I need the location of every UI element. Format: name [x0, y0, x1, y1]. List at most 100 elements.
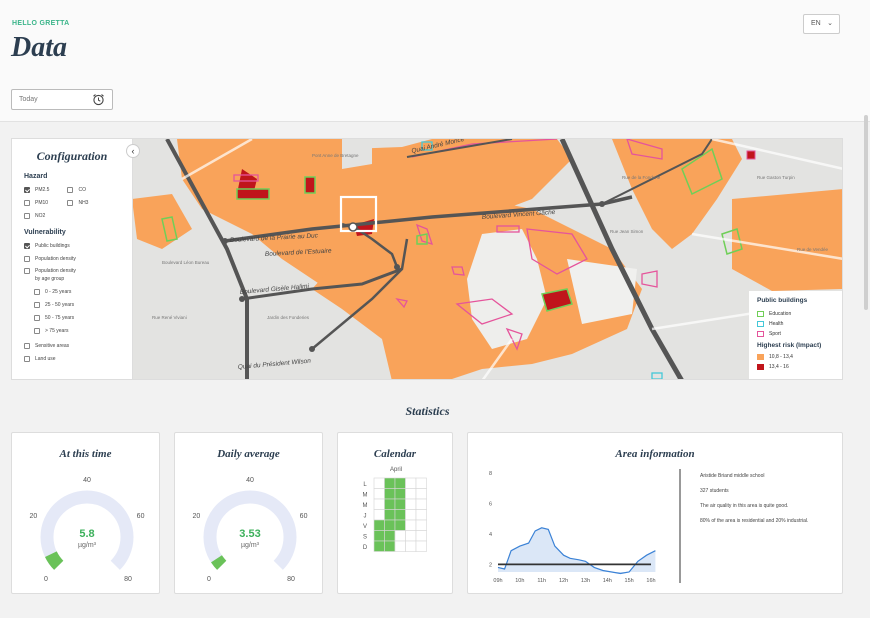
greeting: HELLO GRETTA: [12, 20, 70, 27]
calendar-cell[interactable]: [394, 477, 406, 489]
chevron-left-icon: ‹: [131, 146, 135, 156]
area-details: Aristide Briand middle school 327 studen…: [700, 473, 808, 533]
education-swatch: [757, 311, 764, 317]
calendar-cell[interactable]: [415, 498, 427, 510]
legend-item: Education: [757, 309, 836, 319]
calendar-cell[interactable]: [405, 488, 417, 500]
risk-mid-swatch: [757, 354, 764, 360]
x-tick-label: 14h: [603, 578, 612, 584]
calendar-cell[interactable]: [373, 488, 385, 500]
calendar-day-label: M: [363, 503, 368, 509]
land-use-checkbox[interactable]: Land use: [24, 352, 132, 365]
x-tick-label: 10h: [515, 578, 524, 584]
calendar-day-label: J: [364, 514, 367, 520]
age-0-25-checkbox[interactable]: 0 - 25 years: [34, 285, 132, 298]
calendar-cell[interactable]: [384, 540, 396, 552]
calendar-cell[interactable]: [394, 519, 406, 531]
calendar-cell[interactable]: [405, 530, 417, 542]
hazard-no2-checkbox[interactable]: NO2: [24, 209, 49, 222]
map-marker-icon[interactable]: [348, 222, 358, 232]
age-75-plus-checkbox[interactable]: > 75 years: [34, 324, 132, 337]
calendar-cell[interactable]: [405, 519, 417, 531]
calendar-cell[interactable]: [405, 477, 417, 489]
calendar-cell[interactable]: [384, 498, 396, 510]
calendar-cell[interactable]: [394, 498, 406, 510]
gauge-tick-label: 60: [137, 513, 145, 520]
gauge-daily-average: 0 20 40 60 80 3.53 µg/m³: [193, 477, 308, 583]
scrollbar[interactable]: [864, 115, 868, 310]
checkbox-icon: [24, 342, 30, 349]
x-tick-label: 12h: [559, 578, 568, 584]
gauge-tick-label: 0: [44, 576, 48, 583]
calendar-day-label: S: [363, 535, 367, 541]
calendar-cell[interactable]: [415, 540, 427, 552]
calendar-cell[interactable]: [415, 530, 427, 542]
calendar-cell[interactable]: [373, 498, 385, 510]
statistics-title: Statistics: [405, 404, 450, 418]
vulnerability-heading: Vulnerability: [24, 229, 66, 236]
x-tick-label: 09h: [493, 578, 502, 584]
calendar-grid[interactable]: AprilLMMJVSD: [338, 433, 454, 595]
age-50-75-checkbox[interactable]: 50 - 75 years: [34, 311, 132, 324]
checkbox-icon: [34, 301, 40, 308]
hazard-heading: Hazard: [24, 173, 48, 180]
calendar-cell[interactable]: [415, 488, 427, 500]
daily-average-card: Daily average 0 20 40 60 80 3.53 µg/m³: [174, 432, 323, 594]
population-density-age-checkbox[interactable]: Population density by age group: [24, 265, 132, 285]
calendar-cell[interactable]: [373, 519, 385, 531]
calendar-cell[interactable]: [415, 519, 427, 531]
configuration-title: Configuration: [36, 149, 108, 163]
age-25-50-checkbox[interactable]: 25 - 50 years: [34, 298, 132, 311]
language-value: EN: [811, 20, 821, 27]
calendar-cell[interactable]: [384, 477, 396, 489]
calendar-card[interactable]: Calendar April L M M J V S D: [337, 432, 453, 594]
calendar-cell[interactable]: [384, 519, 396, 531]
gauge-tick-label: 20: [193, 513, 201, 520]
calendar-cell[interactable]: [373, 530, 385, 542]
checkbox-icon: [24, 255, 30, 262]
checkbox-checked-icon: [24, 242, 30, 249]
calendar-cell[interactable]: [384, 530, 396, 542]
population-density-checkbox[interactable]: Population density: [24, 252, 132, 265]
calendar-cell[interactable]: [373, 540, 385, 552]
calendar-cell[interactable]: [373, 477, 385, 489]
calendar-day-label: V: [363, 524, 367, 530]
map-panel: Boulevard de la Prairie au Duc Boulevard…: [11, 138, 843, 380]
calendar-cell[interactable]: [384, 509, 396, 521]
calendar-cell[interactable]: [394, 509, 406, 521]
gauge-at-this-time: 0 20 40 60 80 5.8 µg/m³: [30, 477, 145, 583]
calendar-cell[interactable]: [405, 498, 417, 510]
calendar-cell[interactable]: [373, 509, 385, 521]
language-select[interactable]: EN ⌄: [803, 14, 840, 34]
public-buildings-checkbox[interactable]: Public buildings: [24, 239, 132, 252]
calendar-cell[interactable]: [405, 509, 417, 521]
calendar-cell[interactable]: [415, 477, 427, 489]
calendar-cell[interactable]: [384, 488, 396, 500]
gauge-fill: [45, 551, 64, 570]
student-count: 327 students: [700, 488, 729, 494]
hazard-pm10-checkbox[interactable]: PM10: [24, 196, 49, 209]
gauge-value: 5.8: [79, 528, 94, 540]
hazard-co-checkbox[interactable]: CO: [67, 183, 88, 196]
collapse-panel-button[interactable]: ‹: [126, 144, 140, 158]
calendar-day-label: D: [363, 545, 368, 551]
page-title: Data: [11, 32, 67, 63]
hazard-pm25-checkbox[interactable]: PM2.5: [24, 183, 49, 196]
calendar-cell[interactable]: [415, 509, 427, 521]
date-picker[interactable]: Today: [11, 89, 113, 110]
calendar-cell[interactable]: [394, 530, 406, 542]
configuration-panel: Configuration Hazard PM2.5 PM10 NO2 CO N…: [12, 139, 133, 379]
area-composition-text: 80% of the area is residential and 20% i…: [700, 518, 809, 524]
gauge-tick-label: 40: [83, 477, 91, 484]
calendar-cell[interactable]: [394, 540, 406, 552]
street-label: Rue de Vendée: [797, 247, 829, 252]
legend-title: Highest risk (Impact): [757, 342, 822, 349]
calendar-cell[interactable]: [394, 488, 406, 500]
sensitive-areas-checkbox[interactable]: Sensitive areas: [24, 339, 132, 352]
x-tick-label: 16h: [646, 578, 655, 584]
map[interactable]: Boulevard de la Prairie au Duc Boulevard…: [12, 139, 843, 380]
y-tick-label: 6: [489, 501, 492, 507]
area-information-card: Area information 2 4 6 8 09h 10h 11h 12h 13h 14h 1…: [467, 432, 843, 594]
calendar-cell[interactable]: [405, 540, 417, 552]
hazard-nh3-checkbox[interactable]: NH3: [67, 196, 88, 209]
